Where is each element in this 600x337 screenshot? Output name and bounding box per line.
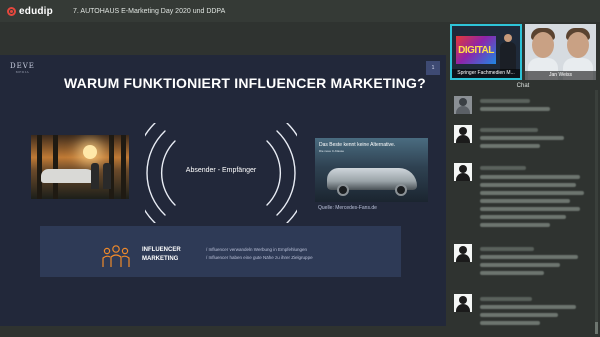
slide-number-badge: 1: [426, 61, 440, 75]
user-avatar: [454, 244, 472, 262]
influencer-marketing-label: INFLUENCER MARKETING: [142, 246, 181, 264]
slide-logo-sub: MEDIA: [15, 70, 30, 74]
logo-icon: [7, 6, 16, 16]
mercedes-ad-image: Das Beste kennt keine Alternative. Die n…: [315, 138, 428, 202]
bullet-item: / Influencer verwandeln Werbung in Empfe…: [206, 247, 307, 252]
side-panel: DIGITAL Springer Fachmedien M... Jan Wei…: [446, 22, 600, 337]
image-source: Quelle: Mercedes-Fans.de: [318, 205, 377, 211]
sender-receiver-text: Absender - Empfänger: [185, 167, 257, 174]
slide: DEVE MEDIA 1 WARUM FUNKTIONIERT INFLUENC…: [0, 55, 446, 326]
edudip-logo: edudip: [7, 6, 57, 17]
influencer-car-photo: [31, 135, 129, 199]
ad-subline: Die neue C-Klasse: [319, 149, 345, 153]
chat-scrollbar-thumb[interactable]: [595, 322, 598, 334]
participant-tile-jan-weiss[interactable]: Jan Weiss: [525, 24, 596, 80]
logo-text: edudip: [19, 5, 53, 17]
people-group-icon: [102, 245, 130, 267]
user-avatar: [454, 163, 472, 181]
slide-logo-text: DEVE: [10, 62, 35, 70]
chat-title: Chat: [516, 83, 530, 89]
influencer-bullets: / Influencer verwandeln Werbung in Empfe…: [206, 246, 313, 262]
user-avatar: [454, 294, 472, 312]
chat-scrollbar[interactable]: [595, 90, 598, 334]
participant-name: Springer Fachmedien M...: [452, 69, 520, 78]
participant-tile-springer[interactable]: DIGITAL Springer Fachmedien M...: [450, 24, 522, 80]
ad-headline: Das Beste kennt keine Alternative.: [319, 142, 396, 148]
top-bar: edudip 7. AUTOHAUS E-Marketing Day 2020 …: [0, 0, 600, 22]
slide-brand-logo: DEVE MEDIA: [10, 62, 35, 74]
bullet-item: / Influencer haben eine gute Nähe zu ihr…: [206, 255, 313, 260]
digital-banner: DIGITAL: [456, 36, 496, 64]
influencer-info-box: INFLUENCER MARKETING / Influencer verwan…: [40, 226, 401, 277]
slide-title: WARUM FUNKTIONIERT INFLUENCER MARKETING?: [64, 75, 426, 91]
influencer-label-line2: MARKETING: [142, 256, 179, 262]
participant-name: Jan Weiss: [525, 71, 596, 80]
presentation-stage: DEVE MEDIA 1 WARUM FUNKTIONIERT INFLUENC…: [0, 22, 446, 337]
influencer-label-line1: INFLUENCER: [142, 247, 181, 253]
user-avatar: [454, 125, 472, 143]
event-title: 7. AUTOHAUS E-Marketing Day 2020 und DDP…: [73, 7, 226, 15]
user-avatar: [454, 96, 472, 114]
